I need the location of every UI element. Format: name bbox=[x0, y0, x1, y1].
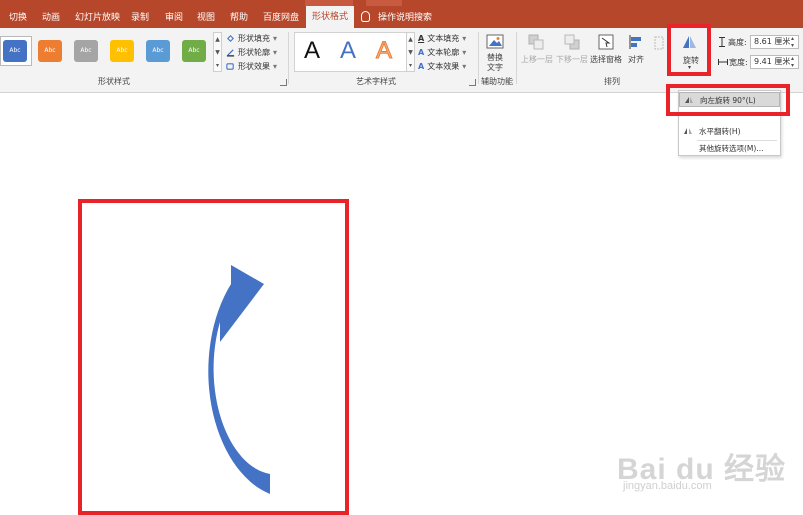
scroll-down-icon[interactable]: ▼ bbox=[214, 46, 221, 59]
paint-bucket-icon bbox=[227, 35, 234, 42]
scroll-up-icon[interactable]: ▲ bbox=[407, 33, 414, 46]
wordart-style-black[interactable]: A bbox=[304, 36, 320, 66]
shape-fill-button[interactable]: 形状填充 ▾ bbox=[226, 33, 277, 44]
shape-effects-label: 形状效果 bbox=[238, 62, 270, 71]
rotate-left-highlight bbox=[666, 84, 790, 116]
menu-flip-horizontal-label: 水平翻转(H) bbox=[699, 127, 741, 136]
shape-style-swatch-lightblue[interactable]: Abc bbox=[146, 40, 170, 62]
bring-forward-button[interactable]: 上移一层 bbox=[521, 54, 553, 65]
wordart-gallery-scroll[interactable]: ▲ ▼ ▾ bbox=[406, 32, 415, 72]
tab-review[interactable]: 审阅 bbox=[165, 8, 183, 28]
lightbulb-icon bbox=[361, 11, 370, 22]
shape-style-swatch-green[interactable]: Abc bbox=[182, 40, 206, 62]
dialog-launcher-icon[interactable] bbox=[280, 79, 287, 86]
tell-me-search[interactable]: 操作说明搜索 bbox=[378, 8, 432, 28]
shape-effects-button[interactable]: 形状效果 ▾ bbox=[226, 61, 277, 72]
align-button[interactable]: 对齐 bbox=[628, 54, 644, 65]
text-fill-icon: A bbox=[418, 34, 425, 43]
shape-outline-button[interactable]: 形状轮廓 ▾ bbox=[226, 47, 277, 58]
chevron-down-icon: ▾ bbox=[462, 48, 467, 57]
arrange-group-label: 排列 bbox=[604, 77, 620, 86]
tab-help[interactable]: 帮助 bbox=[230, 8, 248, 28]
dialog-launcher-icon[interactable] bbox=[469, 79, 476, 86]
height-label: 高度: bbox=[728, 38, 747, 47]
tab-baidu-netdisk[interactable]: 百度网盘 bbox=[263, 8, 299, 28]
gallery-more-icon[interactable]: ▾ bbox=[214, 59, 221, 72]
alt-text-label-line2: 文字 bbox=[487, 63, 503, 72]
menu-flip-horizontal[interactable]: 水平翻转(H) bbox=[679, 124, 780, 139]
tab-transitions[interactable]: 切换 bbox=[9, 8, 27, 28]
text-effects-icon: A bbox=[418, 62, 425, 71]
group-divider bbox=[478, 32, 479, 84]
shape-style-swatch-orange[interactable]: Abc bbox=[38, 40, 62, 62]
chevron-down-icon: ▾ bbox=[462, 34, 467, 43]
tab-animations[interactable]: 动画 bbox=[42, 8, 60, 28]
group-divider bbox=[288, 32, 289, 84]
tab-shape-format[interactable]: 形状格式 bbox=[306, 6, 355, 28]
width-icon bbox=[718, 59, 728, 65]
flip-horizontal-icon bbox=[684, 128, 692, 134]
wordart-style-blue[interactable]: A bbox=[340, 36, 356, 66]
shape-style-swatch-gold[interactable]: Abc bbox=[110, 40, 134, 62]
align-icon bbox=[629, 35, 641, 49]
alt-text-button[interactable]: 替换 文字 bbox=[487, 53, 503, 73]
text-fill-button[interactable]: A 文本填充 ▾ bbox=[418, 33, 466, 44]
pen-icon bbox=[226, 49, 235, 57]
powerpoint-window: 切换 动画 幻灯片放映 录制 审阅 视图 帮助 百度网盘 形状格式 操作说明搜索… bbox=[0, 0, 803, 515]
group-objects-icon bbox=[654, 36, 664, 50]
wordart-styles-group-label: 艺术字样式 bbox=[356, 77, 396, 86]
tab-view[interactable]: 视图 bbox=[197, 8, 215, 28]
scroll-down-icon[interactable]: ▼ bbox=[407, 46, 414, 59]
chevron-down-icon: ▾ bbox=[273, 62, 278, 71]
watermark-url: jingyan.baidu.com bbox=[623, 480, 712, 492]
effects-icon bbox=[226, 63, 234, 70]
chevron-down-icon: ▾ bbox=[273, 34, 278, 43]
chevron-down-icon: ▾ bbox=[273, 48, 278, 57]
shape-style-swatch-gray[interactable]: Abc bbox=[74, 40, 98, 62]
alt-text-label-line1: 替换 bbox=[487, 53, 503, 62]
chevron-down-icon: ▾ bbox=[462, 62, 467, 71]
selection-pane-icon bbox=[598, 34, 614, 50]
shape-outline-label: 形状轮廓 bbox=[238, 48, 270, 57]
text-effects-label: 文本效果 bbox=[427, 62, 460, 71]
accessibility-group-label: 辅助功能 bbox=[481, 77, 513, 86]
height-icon bbox=[719, 37, 725, 47]
send-backward-button[interactable]: 下移一层 bbox=[556, 54, 588, 65]
rotate-button-highlight bbox=[667, 24, 711, 76]
width-label: 宽度: bbox=[729, 58, 748, 67]
tab-slideshow[interactable]: 幻灯片放映 bbox=[75, 8, 120, 28]
curved-arrow-shape[interactable] bbox=[160, 262, 275, 497]
shape-styles-group-label: 形状样式 bbox=[98, 77, 130, 86]
text-fill-label: 文本填充 bbox=[427, 34, 460, 43]
gallery-more-icon[interactable]: ▾ bbox=[407, 59, 414, 72]
width-spinner[interactable]: ▴ ▾ bbox=[791, 55, 794, 69]
text-outline-icon: A bbox=[418, 48, 425, 57]
group-divider bbox=[516, 32, 517, 84]
selection-pane-button[interactable]: 选择窗格 bbox=[590, 54, 622, 65]
shape-style-gallery-scroll[interactable]: ▲ ▼ ▾ bbox=[213, 32, 222, 72]
baidu-watermark: Bai du 经验 jingyan.baidu.com bbox=[617, 440, 787, 500]
shape-fill-label: 形状填充 bbox=[238, 34, 270, 43]
bring-forward-icon bbox=[528, 34, 544, 50]
wordart-style-orange[interactable]: A bbox=[375, 36, 392, 66]
scroll-up-icon[interactable]: ▲ bbox=[214, 33, 221, 46]
shape-style-swatch-blue[interactable]: Abc bbox=[3, 40, 27, 62]
tab-record[interactable]: 录制 bbox=[131, 8, 149, 28]
height-spinner[interactable]: ▴ ▾ bbox=[791, 35, 794, 49]
text-outline-label: 文本轮廓 bbox=[427, 48, 460, 57]
text-effects-button[interactable]: A 文本效果 ▾ bbox=[418, 61, 466, 72]
menu-more-rotation-options[interactable]: 其他旋转选项(M)... bbox=[679, 141, 780, 156]
alt-text-icon bbox=[486, 34, 504, 49]
title-bar-fragment bbox=[366, 0, 402, 6]
text-outline-button[interactable]: A 文本轮廓 ▾ bbox=[418, 47, 466, 58]
send-backward-icon bbox=[564, 34, 580, 50]
